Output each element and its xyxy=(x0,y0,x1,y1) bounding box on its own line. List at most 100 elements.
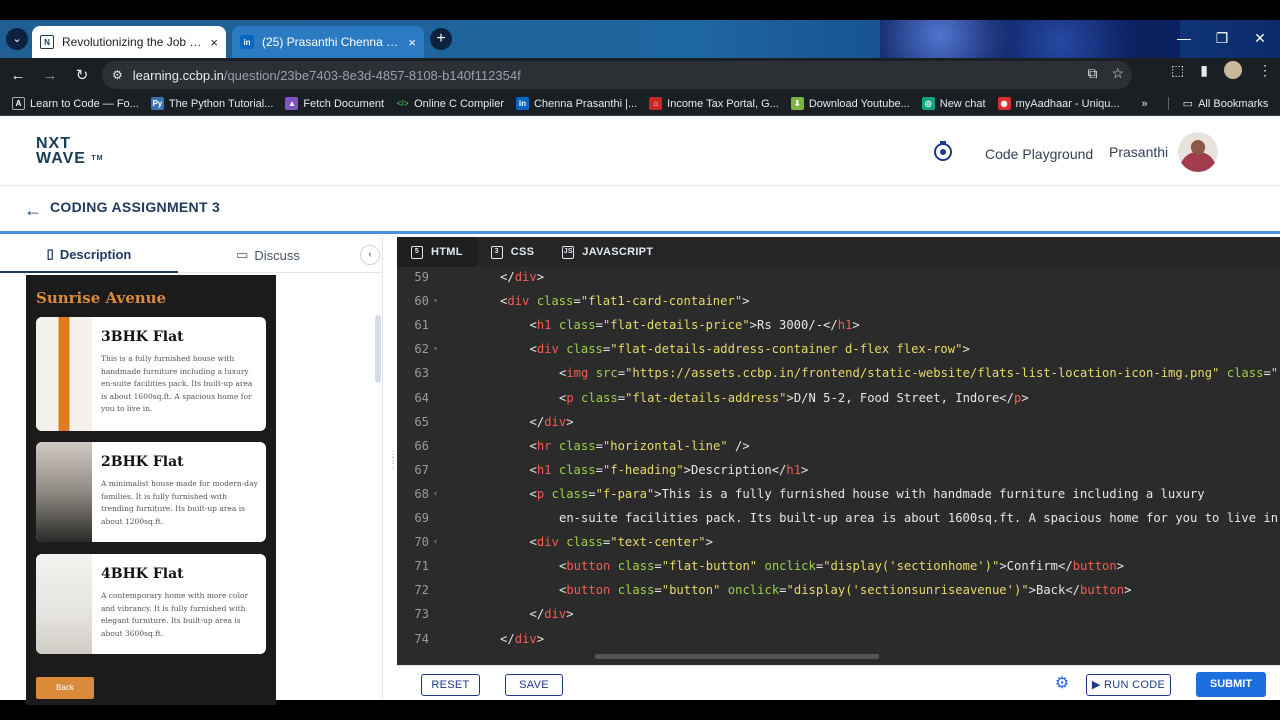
code-line[interactable]: 63 <img src="https://assets.ccbp.in/front… xyxy=(397,366,1280,390)
restore-button[interactable]: ❐ xyxy=(1204,20,1240,58)
left-panel-scrollbar[interactable] xyxy=(375,315,381,383)
close-tab-icon[interactable]: × xyxy=(408,35,416,50)
fold-arrow-icon[interactable]: ▾ xyxy=(433,537,438,546)
bookmark-item[interactable]: A Learn to Code — Fo... xyxy=(12,97,139,110)
flat-card[interactable]: 2BHK Flat A minimalist house made for mo… xyxy=(36,442,266,542)
extensions-icon[interactable]: ⬚ xyxy=(1171,62,1184,79)
close-window-button[interactable]: ✕ xyxy=(1242,20,1278,58)
code-line[interactable]: 62 ▾ <div class="flat-details-address-cont… xyxy=(397,342,1280,366)
site-header: NXT WAVE TM Code Playground Prasanthi xyxy=(0,122,1280,186)
editor-footer: RESET SAVE ⚙ ▶ RUN CODE SUBMIT xyxy=(397,665,1280,700)
tab-linkedin[interactable]: in (25) Prasanthi Chenna | LinkedIn × xyxy=(232,26,424,58)
code-token: </ xyxy=(500,631,515,646)
code-text: </div> xyxy=(530,415,574,429)
tab-javascript[interactable]: JS JAVASCRIPT xyxy=(548,237,667,267)
tab-html[interactable]: 5 HTML xyxy=(397,237,477,267)
fold-arrow-icon[interactable]: ▾ xyxy=(433,344,438,353)
submit-button[interactable]: SUBMIT xyxy=(1196,672,1266,697)
bookmark-item[interactable]: ⬇ Download Youtube... xyxy=(790,97,910,110)
code-token: > xyxy=(536,270,545,284)
reload-button[interactable]: ↻ xyxy=(68,61,96,89)
code-token: class xyxy=(566,535,603,550)
code-line[interactable]: 66 <hr class="horizontal-line" /> xyxy=(397,439,1280,463)
side-panel-icon[interactable]: ▮ xyxy=(1200,62,1208,79)
close-tab-icon[interactable]: × xyxy=(210,35,218,50)
menu-icon[interactable]: ⋮ xyxy=(1258,62,1272,79)
timer-icon[interactable] xyxy=(932,140,954,162)
preview-back-button[interactable]: Back xyxy=(36,677,94,699)
bookmark-item[interactable]: ◉ myAadhaar - Uniqu... xyxy=(997,97,1120,110)
code-line[interactable]: 64 <p class="flat-details-address">D/N 5-… xyxy=(397,391,1280,415)
code-token: = xyxy=(573,294,581,309)
editor-horizontal-scrollbar[interactable] xyxy=(595,654,879,659)
install-app-icon[interactable]: ⧉ xyxy=(1087,65,1097,82)
bookmark-item[interactable]: </> Online C Compiler xyxy=(396,97,504,110)
bookmark-item[interactable]: Py The Python Tutorial... xyxy=(150,97,273,110)
flat-card[interactable]: 4BHK Flat A contemporary home with more … xyxy=(36,554,266,654)
bookmark-item[interactable]: ▲ Fetch Document xyxy=(285,97,384,110)
code-editor: 5 HTML 3 CSS JS JAVASCRIPT 59 </div> 60 ▾ <div … xyxy=(397,237,1280,665)
bookmark-item[interactable]: ◎ New chat xyxy=(921,97,986,110)
bookmark-item[interactable]: in Chenna Prasanthi |... xyxy=(515,97,637,110)
back-button[interactable]: ← xyxy=(4,61,32,89)
code-token: onclick xyxy=(727,583,780,598)
code-token: < xyxy=(529,318,537,333)
code-line[interactable]: 73 </div> xyxy=(397,607,1280,631)
aadhaar-icon: ◉ xyxy=(997,97,1011,110)
new-tab-button[interactable]: + xyxy=(430,28,452,50)
resize-handle[interactable]: ⋮ ⋮ ⋮ xyxy=(389,451,397,486)
address-bar[interactable]: ⚙ learning.ccbp.in/question/23be7403-8e3… xyxy=(102,61,1132,89)
fold-arrow-icon[interactable]: ▾ xyxy=(433,296,438,305)
more-bookmarks-button[interactable]: » xyxy=(1142,98,1148,110)
assignment-title: CODING ASSIGNMENT 3 xyxy=(50,199,221,215)
tab-css[interactable]: 3 CSS xyxy=(477,237,549,267)
minimize-button[interactable]: — xyxy=(1166,20,1202,58)
code-line[interactable]: 59 </div> xyxy=(397,270,1280,294)
code-token: = xyxy=(654,559,662,574)
bookmark-icon: ▲ xyxy=(285,97,299,110)
code-line[interactable]: 74 </div> xyxy=(397,632,1280,656)
fold-arrow-icon[interactable]: ▾ xyxy=(433,489,438,498)
code-line[interactable]: 67 <h1 class="f-heading">Description</h1> xyxy=(397,463,1280,487)
user-avatar[interactable] xyxy=(1178,132,1218,172)
bookmark-label: Download Youtube... xyxy=(808,97,910,110)
code-area[interactable]: 59 </div> 60 ▾ <div class="flat1-card-contai… xyxy=(397,270,1280,655)
code-token: = xyxy=(595,462,603,477)
bookmark-item[interactable]: ⌂ Income Tax Portal, G... xyxy=(649,97,779,110)
code-line[interactable]: 72 <button class="button" onclick="displa… xyxy=(397,583,1280,607)
back-arrow-icon[interactable]: ← xyxy=(24,200,42,221)
tab-search-dropdown[interactable]: ⌄ xyxy=(6,28,28,50)
code-line[interactable]: 68 ▾ <p class="f-para">This is a fully fur… xyxy=(397,487,1280,511)
nxtwave-favicon-icon: N xyxy=(40,35,54,49)
user-name[interactable]: Prasanthi xyxy=(1109,144,1168,160)
flat-card[interactable]: 3BHK Flat This is a fully furnished hous… xyxy=(36,317,266,431)
site-info-icon[interactable]: ⚙ xyxy=(112,68,123,82)
card-title: 3BHK Flat xyxy=(101,329,184,345)
tab-description[interactable]: ▯ Description xyxy=(0,237,178,273)
code-line[interactable]: 65 </div> xyxy=(397,415,1280,439)
reset-button[interactable]: RESET xyxy=(421,674,480,696)
code-line[interactable]: 69 en-suite facilities pack. Its built-up… xyxy=(397,511,1280,535)
tab-discuss[interactable]: ▭ Discuss xyxy=(178,237,358,273)
code-line[interactable]: 60 ▾ <div class="flat1-card-container"> xyxy=(397,294,1280,318)
settings-gear-icon[interactable]: ⚙ xyxy=(1053,675,1071,693)
forward-button[interactable]: → xyxy=(36,61,64,89)
code-line[interactable]: 71 <button class="flat-button" onclick="d… xyxy=(397,559,1280,583)
run-code-button[interactable]: ▶ RUN CODE xyxy=(1086,674,1171,696)
nxtwave-logo[interactable]: NXT WAVE TM xyxy=(36,136,104,167)
save-button[interactable]: SAVE xyxy=(505,674,563,696)
code-line[interactable]: 61 <h1 class="flat-details-price">Rs 3000… xyxy=(397,318,1280,342)
all-bookmarks-button[interactable]: ▭ All Bookmarks xyxy=(1167,97,1268,110)
code-token: >Rs 3000/-</ xyxy=(749,318,838,333)
tab-nxtwave[interactable]: N Revolutionizing the Job Market × xyxy=(32,26,226,58)
bookmark-star-icon[interactable]: ☆ xyxy=(1111,65,1124,82)
code-token: "flat-button" xyxy=(661,559,758,574)
code-token: class xyxy=(536,294,574,309)
code-line[interactable]: 70 ▾ <div class="text-center"> xyxy=(397,535,1280,559)
profile-avatar[interactable] xyxy=(1224,61,1242,79)
code-playground-link[interactable]: Code Playground xyxy=(985,146,1093,162)
collapse-panel-button[interactable]: ‹ xyxy=(360,245,380,265)
code-token: div xyxy=(544,414,567,429)
